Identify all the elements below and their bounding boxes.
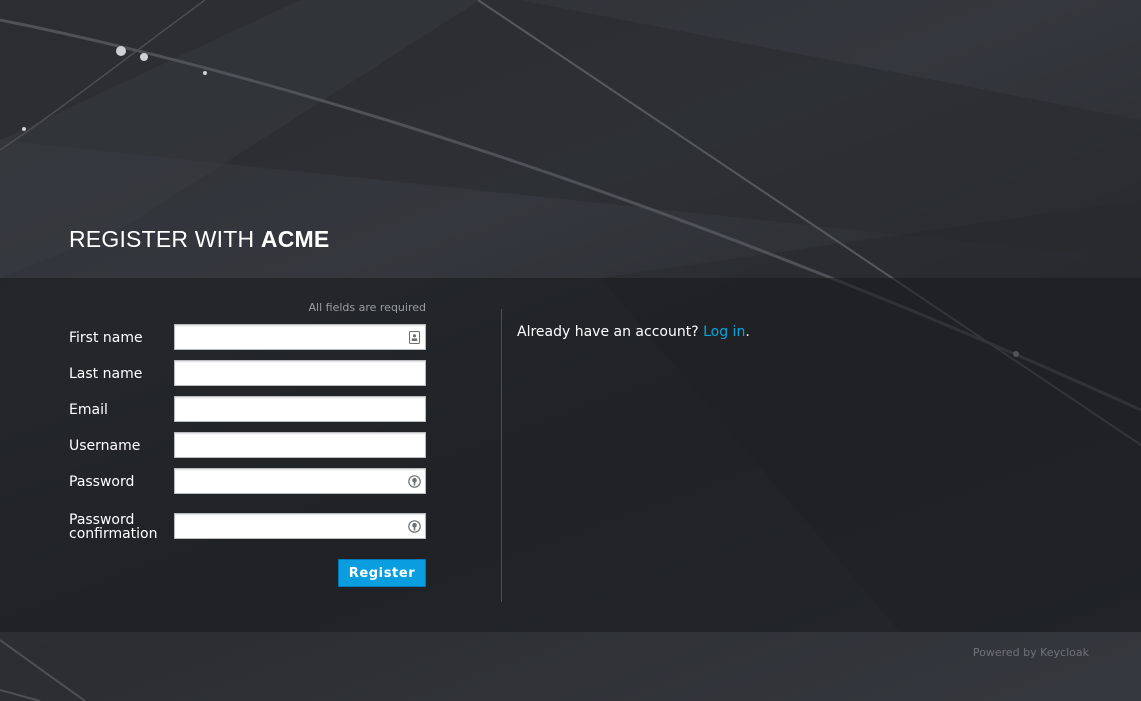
password-confirmation-field-wrapper: [174, 513, 426, 539]
username-row: Username: [69, 432, 426, 460]
first-name-row: First name: [69, 324, 426, 352]
email-row: Email: [69, 396, 426, 424]
last-name-label: Last name: [69, 366, 143, 382]
email-input[interactable]: [175, 397, 425, 421]
register-button[interactable]: Register: [338, 559, 426, 587]
vertical-divider: [501, 309, 502, 602]
first-name-field-wrapper: [174, 324, 426, 350]
login-prompt: Already have an account? Log in.: [517, 324, 750, 340]
powered-by-text: Powered by Keycloak: [972, 646, 1089, 659]
title-brand: ACME: [260, 226, 330, 252]
password-input[interactable]: [175, 469, 425, 493]
last-name-field-wrapper: [174, 360, 426, 386]
password-confirmation-input[interactable]: [175, 514, 425, 538]
password-field-wrapper: [174, 468, 426, 494]
password-key-icon: [408, 520, 421, 533]
login-prompt-suffix: .: [745, 324, 750, 340]
contact-card-icon: [409, 331, 420, 344]
username-field-wrapper: [174, 432, 426, 458]
password-confirmation-label: Password confirmation: [69, 512, 158, 542]
username-input[interactable]: [175, 433, 425, 457]
login-prompt-text: Already have an account?: [517, 324, 699, 340]
email-label: Email: [69, 402, 108, 418]
first-name-input[interactable]: [175, 325, 425, 349]
title-prefix: REGISTER WITH: [69, 226, 255, 252]
password-label: Password: [69, 474, 135, 490]
first-name-label: First name: [69, 330, 143, 346]
password-key-icon: [408, 475, 421, 488]
page-title: REGISTER WITH ACME: [69, 226, 329, 253]
required-fields-note: All fields are required: [308, 301, 426, 314]
username-label: Username: [69, 438, 141, 454]
last-name-input[interactable]: [175, 361, 425, 385]
login-link[interactable]: Log in: [703, 324, 745, 340]
password-row: Password: [69, 468, 426, 496]
last-name-row: Last name: [69, 360, 426, 388]
email-field-wrapper: [174, 396, 426, 422]
password-confirmation-row: Password confirmation: [69, 513, 426, 541]
